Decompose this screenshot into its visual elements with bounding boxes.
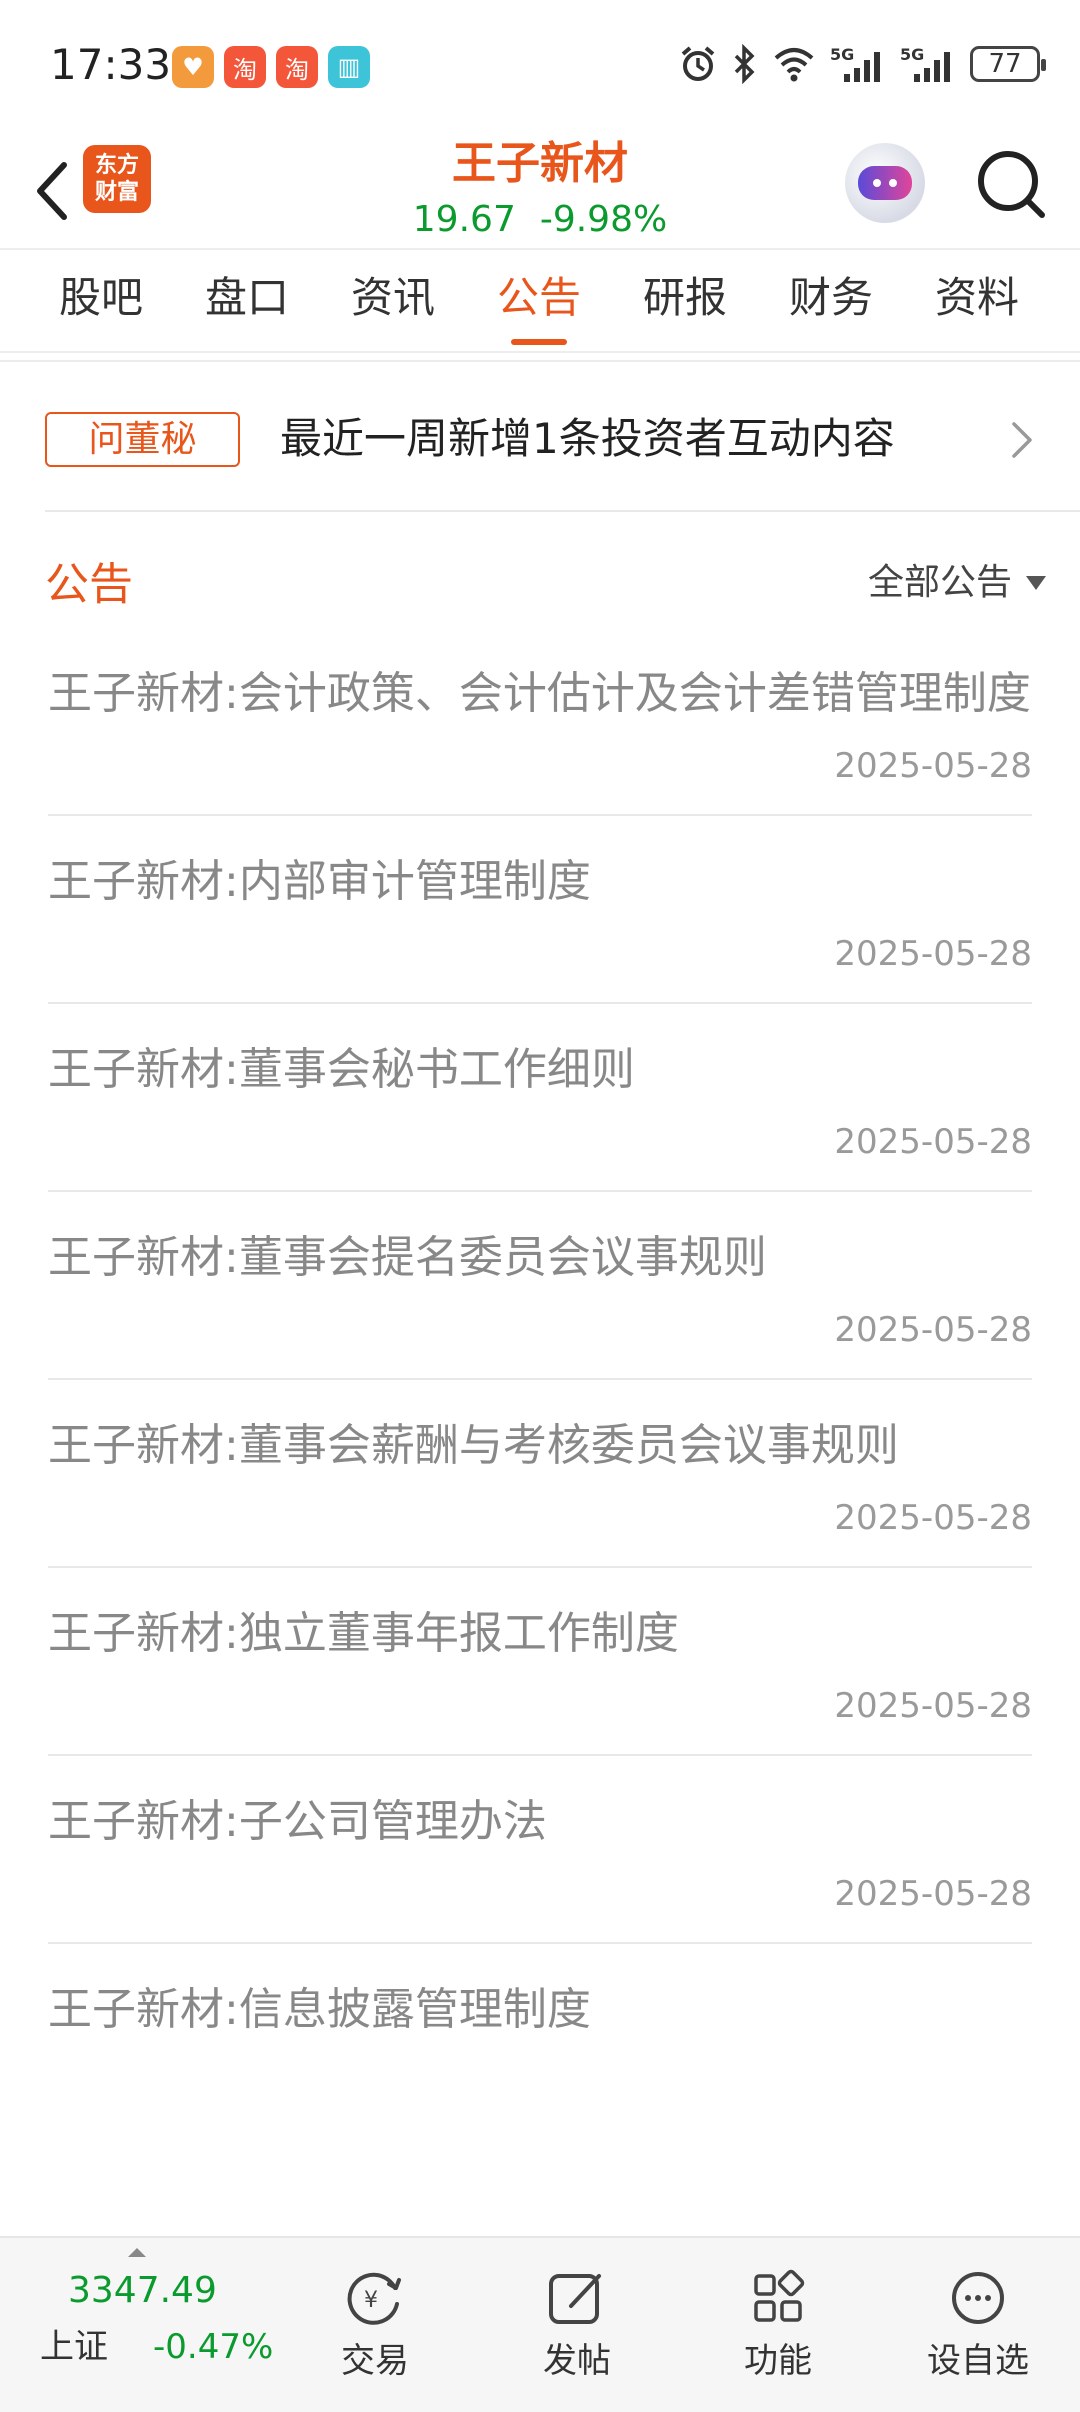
tab-finance[interactable]: 财务 bbox=[758, 248, 904, 353]
stock-name: 王子新材 bbox=[452, 138, 628, 189]
announcement-date: 2025-05-28 bbox=[834, 1686, 1032, 1726]
svg-text:5G: 5G bbox=[900, 45, 924, 64]
investor-qa-banner[interactable]: 问董秘 最近一周新增1条投资者互动内容 bbox=[0, 360, 1080, 512]
announcement-title: 王子新材:独立董事年报工作制度 bbox=[48, 1608, 679, 1659]
chevron-left-icon bbox=[37, 162, 67, 220]
dropdown-caret-icon bbox=[1026, 576, 1046, 590]
post-icon bbox=[549, 2274, 601, 2324]
list-item[interactable]: 王子新材:董事会秘书工作细则 2025-05-28 bbox=[48, 1004, 1032, 1192]
stock-title-block: 王子新材 19.67 -9.98% bbox=[340, 135, 740, 245]
wifi-icon bbox=[774, 48, 814, 82]
search-icon bbox=[978, 151, 1045, 218]
stock-change: -9.98% bbox=[539, 199, 668, 240]
qa-arrow bbox=[1010, 420, 1034, 464]
list-item[interactable]: 王子新材:会计政策、会计估计及会计差错管理制度 2025-05-28 bbox=[48, 628, 1032, 816]
bottom-nav: 3347.49 上证 -0.47% ¥ 交易 发帖 功能 设自选 bbox=[0, 2236, 1080, 2412]
tab-guba[interactable]: 股吧 bbox=[28, 248, 174, 353]
chevron-right-icon bbox=[1012, 422, 1032, 458]
stock-quote: 19.67 -9.98% bbox=[340, 195, 740, 245]
notification-app-icons: ♥ 淘 淘 ▥ bbox=[172, 46, 370, 88]
announcement-date: 2025-05-28 bbox=[834, 746, 1032, 786]
nav-add-watchlist-label: 设自选 bbox=[927, 2341, 1029, 2381]
app-logo[interactable]: 东方财富 bbox=[83, 145, 151, 213]
alarm-icon bbox=[681, 46, 715, 81]
divider bbox=[45, 510, 1080, 512]
announcements-list: 王子新材:会计政策、会计估计及会计差错管理制度 2025-05-28 王子新材:… bbox=[0, 628, 1080, 2078]
stock-price: 19.67 bbox=[412, 199, 516, 240]
tab-research[interactable]: 研报 bbox=[612, 248, 758, 353]
list-item[interactable]: 王子新材:子公司管理办法 2025-05-28 bbox=[48, 1756, 1032, 1944]
announcement-date: 2025-05-28 bbox=[834, 1874, 1032, 1914]
signal-5g-icon-2: 5G bbox=[900, 45, 950, 82]
index-name: 上证 bbox=[40, 2327, 108, 2367]
announcement-date: 2025-05-28 bbox=[834, 1310, 1032, 1350]
nav-functions-label: 功能 bbox=[744, 2341, 812, 2381]
nav-trade-label: 交易 bbox=[341, 2341, 409, 2381]
list-item[interactable]: 王子新材:独立董事年报工作制度 2025-05-28 bbox=[48, 1568, 1032, 1756]
announcement-title: 王子新材:会计政策、会计估计及会计差错管理制度 bbox=[48, 668, 1031, 719]
announcement-date: 2025-05-28 bbox=[834, 1122, 1032, 1162]
announcements-header: 公告 全部公告 bbox=[0, 550, 1080, 620]
add-watchlist-icon bbox=[952, 2272, 1004, 2324]
nav-post[interactable]: 发帖 bbox=[507, 2268, 647, 2386]
list-item[interactable]: 王子新材:董事会提名委员会议事规则 2025-05-28 bbox=[48, 1192, 1032, 1380]
search-button[interactable] bbox=[972, 145, 1052, 225]
battery-indicator: 77 bbox=[970, 46, 1046, 82]
index-value: 3347.49 bbox=[68, 2270, 217, 2311]
announcements-filter[interactable]: 全部公告 bbox=[868, 550, 1046, 616]
announcement-title: 王子新材:董事会薪酬与考核委员会议事规则 bbox=[48, 1420, 899, 1471]
nav-add-watchlist[interactable]: 设自选 bbox=[908, 2268, 1048, 2386]
announcement-title: 王子新材:董事会秘书工作细则 bbox=[48, 1044, 635, 1095]
nav-trade[interactable]: ¥ 交易 bbox=[305, 2268, 445, 2386]
status-bar: 17:33 ♥ 淘 淘 ▥ 5G 5G 77 bbox=[0, 0, 1080, 135]
tab-announcements[interactable]: 公告 bbox=[466, 248, 612, 353]
taobao-app-icon-2: 淘 bbox=[276, 46, 318, 88]
filter-label: 全部公告 bbox=[867, 562, 1012, 603]
nav-functions[interactable]: 功能 bbox=[708, 2268, 848, 2386]
tab-news[interactable]: 资讯 bbox=[320, 248, 466, 353]
caret-up-icon bbox=[128, 2248, 146, 2257]
heart-app-icon: ♥ bbox=[172, 46, 214, 88]
qa-badge: 问董秘 bbox=[45, 412, 240, 467]
tab-pankou[interactable]: 盘口 bbox=[174, 248, 320, 353]
back-button[interactable] bbox=[22, 151, 82, 231]
status-time: 17:33 bbox=[50, 40, 172, 89]
list-item[interactable]: 王子新材:董事会薪酬与考核委员会议事规则 2025-05-28 bbox=[48, 1380, 1032, 1568]
svg-text:5G: 5G bbox=[830, 45, 854, 64]
stock-header: 东方财富 王子新材 19.67 -9.98% bbox=[0, 135, 1080, 247]
robot-icon bbox=[858, 166, 912, 200]
functions-icon bbox=[754, 2269, 805, 2322]
announcement-title: 王子新材:董事会提名委员会议事规则 bbox=[48, 1232, 767, 1283]
nav-post-label: 发帖 bbox=[543, 2341, 611, 2381]
announcement-date: 2025-05-28 bbox=[834, 934, 1032, 974]
announcement-date: 2025-05-28 bbox=[834, 1498, 1032, 1538]
svg-text:¥: ¥ bbox=[364, 2288, 378, 2313]
bluetooth-icon bbox=[734, 44, 755, 84]
index-change: -0.47% bbox=[153, 2327, 274, 2367]
book-app-icon: ▥ bbox=[328, 46, 370, 88]
announcement-title: 王子新材:信息披露管理制度 bbox=[48, 1984, 591, 2035]
signal-5g-icon: 5G bbox=[830, 45, 880, 82]
taobao-app-icon: 淘 bbox=[224, 46, 266, 88]
announcements-title: 公告 bbox=[45, 559, 133, 610]
list-item[interactable]: 王子新材:信息披露管理制度 bbox=[48, 1944, 1032, 2078]
announcement-title: 王子新材:内部审计管理制度 bbox=[48, 856, 591, 907]
tab-profile[interactable]: 资料 bbox=[904, 248, 1050, 353]
status-indicators: 5G 5G 77 bbox=[678, 44, 1046, 84]
announcement-title: 王子新材:子公司管理办法 bbox=[48, 1796, 547, 1847]
list-item[interactable]: 王子新材:内部审计管理制度 2025-05-28 bbox=[48, 816, 1032, 1004]
trade-icon: ¥ bbox=[347, 2272, 401, 2325]
tab-bar: 股吧 盘口 资讯 公告 研报 财务 资料 bbox=[0, 248, 1080, 353]
qa-text: 最近一周新增1条投资者互动内容 bbox=[280, 414, 895, 463]
assistant-robot-button[interactable] bbox=[845, 143, 925, 223]
